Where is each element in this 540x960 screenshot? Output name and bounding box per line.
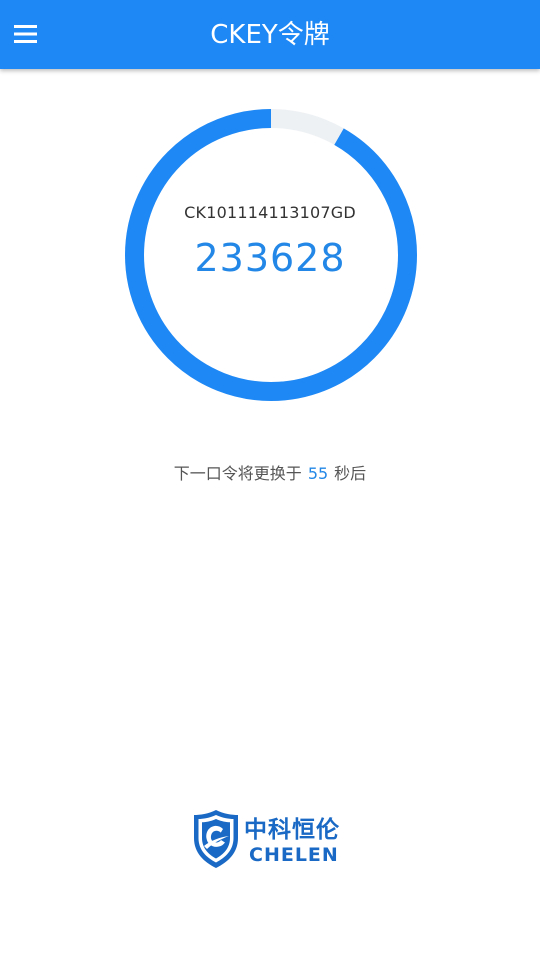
countdown-prefix: 下一口令将更换于 (173, 464, 302, 483)
brand-name-cn: 中科恒伦 (244, 817, 340, 843)
shield-c-logo-icon (194, 810, 238, 868)
countdown-seconds: 55 (307, 464, 329, 483)
countdown-suffix: 秒后 (334, 464, 367, 483)
countdown-text: 下一口令将更换于 55 秒后 (0, 460, 540, 484)
hamburger-menu-icon (14, 25, 37, 43)
token-serial-number: CK101114113107GD (184, 203, 356, 222)
brand-logo: 中科恒伦 CHELEN (192, 808, 352, 872)
menu-button[interactable] (4, 12, 48, 56)
brand-name-en: CHELEN (249, 844, 339, 866)
app-title: CKEY令牌 (210, 20, 330, 50)
otp-code: 233628 (194, 236, 346, 280)
app-bar: CKEY令牌 (0, 0, 540, 69)
